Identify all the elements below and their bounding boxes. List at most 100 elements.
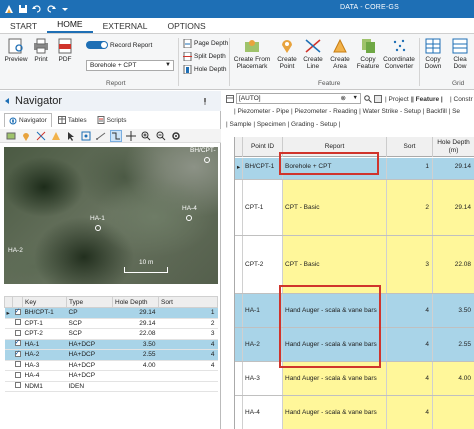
cell-sort[interactable]: 4: [387, 362, 433, 395]
cell-hole-depth[interactable]: 29.14: [433, 180, 474, 235]
table-row[interactable]: HA-4 HA+DCP: [4, 370, 218, 382]
zoom-out-icon[interactable]: [156, 131, 166, 141]
save-icon[interactable]: [18, 4, 28, 14]
pin-icon[interactable]: [201, 97, 209, 105]
chevron-down-icon[interactable]: ▼: [353, 94, 358, 103]
create-point-button[interactable]: Create Point: [275, 38, 299, 70]
cell-point-id[interactable]: CPT-2: [243, 236, 283, 293]
report-select[interactable]: Borehole + CPT ▼: [86, 60, 174, 71]
tab-scripts[interactable]: Scripts: [93, 113, 131, 127]
line-tool-icon[interactable]: [36, 131, 46, 141]
copy-down-button[interactable]: Copy Down: [421, 38, 445, 70]
column-header[interactable]: Sort: [158, 296, 218, 308]
settings-icon[interactable]: [171, 131, 181, 141]
column-header[interactable]: Hole Depth: [112, 296, 159, 308]
cell-sort[interactable]: 3: [387, 236, 433, 293]
table-row[interactable]: NDM1 IDEN: [4, 381, 218, 392]
tab-tables[interactable]: Tables: [54, 113, 91, 127]
cell-report[interactable]: CPT - Basic: [283, 180, 387, 235]
map-point-ha-4[interactable]: HA-4: [182, 205, 197, 221]
zoom-extent-icon[interactable]: [81, 131, 91, 141]
create-area-button[interactable]: Create Area: [327, 38, 353, 70]
search-icon[interactable]: [364, 95, 372, 103]
table-links-row-2[interactable]: | Piezometer - Pipe | Piezometer - Readi…: [234, 108, 460, 115]
cell-hole-depth[interactable]: [433, 396, 474, 429]
cell-hole-depth[interactable]: 3.50: [433, 294, 474, 327]
create-line-button[interactable]: Create Line: [300, 38, 326, 70]
cell-hole-depth[interactable]: 22.08: [433, 236, 474, 293]
create-from-placemark-button[interactable]: Create From Placemark: [232, 38, 272, 70]
map-point-bh-cpt[interactable]: BH/CPT-: [190, 147, 216, 163]
hole-depth-button[interactable]: Hole Depth: [183, 65, 227, 74]
row-indicator[interactable]: ▸: [235, 158, 243, 179]
row-checkbox[interactable]: [14, 338, 21, 347]
clear-down-button[interactable]: Clea Dow: [447, 38, 473, 70]
row-indicator[interactable]: [235, 362, 243, 395]
table-links-row-3[interactable]: | Sample | Specimen | Grading - Setup |: [226, 121, 340, 128]
cell-point-id[interactable]: HA-4: [243, 396, 283, 429]
cell-point-id[interactable]: HA-2: [243, 328, 283, 361]
copy-feature-button[interactable]: Copy Feature: [355, 38, 381, 70]
filter-combo[interactable]: [AUTO] ⊗ ▼: [236, 93, 361, 104]
column-header-hole-depth[interactable]: Hole Depth (m): [433, 137, 474, 157]
toggle-switch[interactable]: [86, 41, 108, 49]
cell-point-id[interactable]: HA-3: [243, 362, 283, 395]
preview-button[interactable]: Preview: [3, 38, 29, 63]
cell-report[interactable]: Hand Auger - scala & vane bars: [283, 396, 387, 429]
crumb-construction[interactable]: | Constr: [450, 96, 473, 103]
row-indicator[interactable]: [235, 294, 243, 327]
row-checkbox[interactable]: [14, 382, 21, 389]
table-row[interactable]: HA-3 HA+DCP 4.00 4: [4, 360, 218, 371]
row-checkbox[interactable]: [14, 371, 21, 378]
column-header[interactable]: Key: [22, 296, 67, 308]
cell-sort[interactable]: 4: [387, 294, 433, 327]
coordinate-converter-button[interactable]: Coordinate Converter: [381, 38, 417, 70]
column-header-sort[interactable]: Sort: [387, 137, 433, 157]
record-report-toggle[interactable]: Record Report: [86, 41, 152, 49]
table-row[interactable]: CPT-1 SCP 29.14 2: [4, 318, 218, 329]
undo-icon[interactable]: [32, 4, 42, 14]
row-indicator[interactable]: [235, 236, 243, 293]
row-indicator[interactable]: [235, 180, 243, 235]
tab-start[interactable]: START: [0, 21, 47, 33]
crumb-project[interactable]: | Project |: [385, 96, 412, 103]
cell-sort[interactable]: 4: [387, 396, 433, 429]
customize-toolbar-icon[interactable]: [60, 4, 70, 14]
map-point-ha-1[interactable]: HA-1: [90, 215, 105, 231]
cell-hole-depth[interactable]: 4.00: [433, 362, 474, 395]
cell-sort[interactable]: 2: [387, 180, 433, 235]
cell-point-id[interactable]: CPT-1: [243, 180, 283, 235]
table-row[interactable]: ▸ BH/CPT-1CP29.141: [4, 307, 218, 319]
grid-icon[interactable]: [374, 95, 382, 103]
page-depth-button[interactable]: Page Depth: [183, 39, 228, 48]
cell-sort[interactable]: 1: [387, 158, 433, 179]
column-header[interactable]: Type: [66, 296, 113, 308]
connect-icon[interactable]: [110, 129, 122, 142]
tab-home[interactable]: HOME: [47, 19, 93, 33]
grid-row[interactable]: HA-4 Hand Auger - scala & vane bars 4: [235, 396, 474, 429]
split-depth-button[interactable]: Split Depth: [183, 52, 226, 61]
table-row[interactable]: HA-2HA+DCP2.554: [4, 349, 218, 361]
crumb-feature[interactable]: | Feature |: [412, 96, 443, 103]
cell-point-id[interactable]: HA-1: [243, 294, 283, 327]
aerial-map[interactable]: BH/CPT- HA-1 HA-4 HA-2 10 m: [4, 147, 218, 284]
tab-navigator[interactable]: Navigator: [4, 113, 52, 127]
measure-icon[interactable]: [96, 131, 106, 141]
grid-row[interactable]: CPT-1 CPT - Basic 2 29.14: [235, 180, 474, 236]
row-indicator[interactable]: [235, 328, 243, 361]
print-button[interactable]: Print: [30, 38, 52, 63]
collapse-icon[interactable]: [4, 97, 12, 105]
redo-icon[interactable]: [46, 4, 56, 14]
layers-icon[interactable]: [6, 131, 16, 141]
map-point-ha-2[interactable]: HA-2: [8, 247, 23, 254]
cell-sort[interactable]: 4: [387, 328, 433, 361]
row-checkbox[interactable]: [14, 307, 21, 315]
area-tool-icon[interactable]: [51, 131, 61, 141]
cell-hole-depth[interactable]: 2.55: [433, 328, 474, 361]
placemark-pin-icon[interactable]: [21, 131, 31, 141]
tab-options[interactable]: OPTIONS: [157, 21, 215, 33]
cell-hole-depth[interactable]: 29.14: [433, 158, 474, 179]
table-row[interactable]: HA-1HA+DCP3.504: [4, 338, 218, 350]
tab-external[interactable]: EXTERNAL: [93, 21, 158, 33]
clear-icon[interactable]: ⊗: [341, 94, 346, 103]
